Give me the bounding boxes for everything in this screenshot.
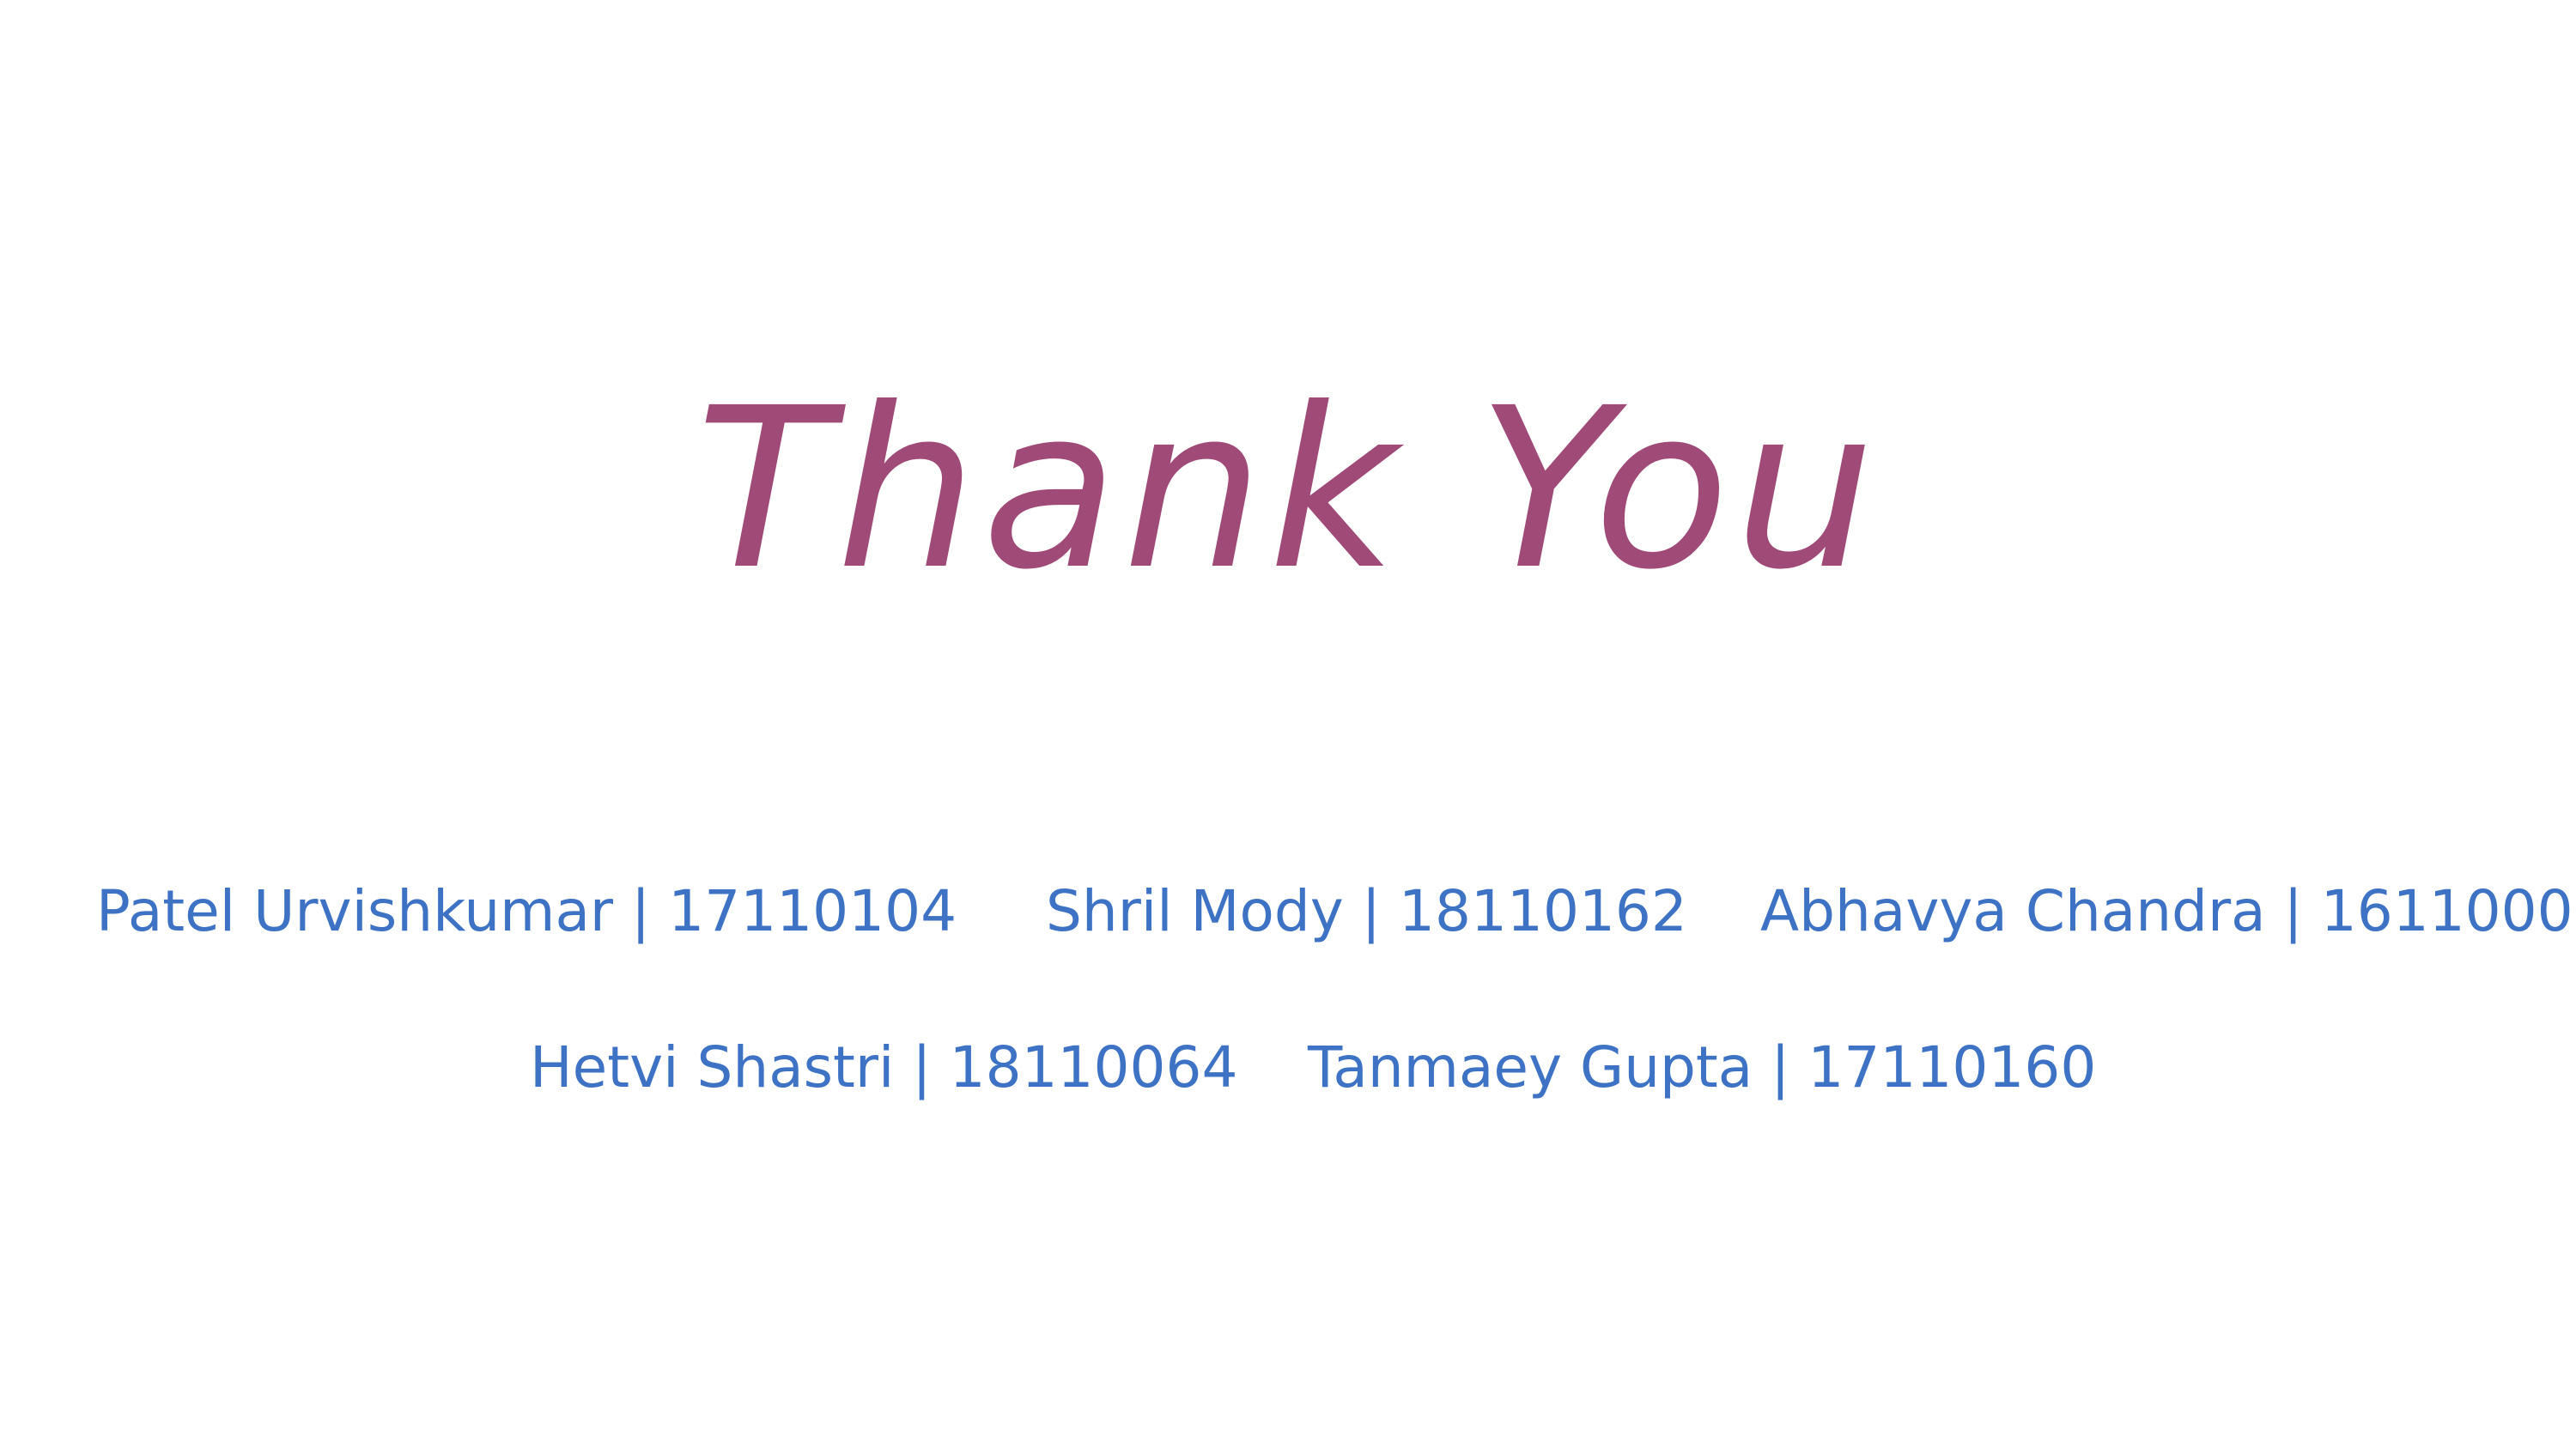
team-member-5: Tanmaey Gupta | 17110160 [1308,1034,2097,1100]
team-member-4: Hetvi Shastri | 18110064 [530,1034,1238,1100]
slide-title: Thank You [696,361,1880,618]
team-member-3: Abhavya Chandra | 16110001 [1760,878,2576,944]
team-member-1: Patel Urvishkumar | 17110104 [96,878,957,944]
team-member-2: Shril Mody | 18110162 [1046,878,1687,944]
slide: Thank You Patel Urvishkumar | 17110104 S… [0,0,2576,1449]
